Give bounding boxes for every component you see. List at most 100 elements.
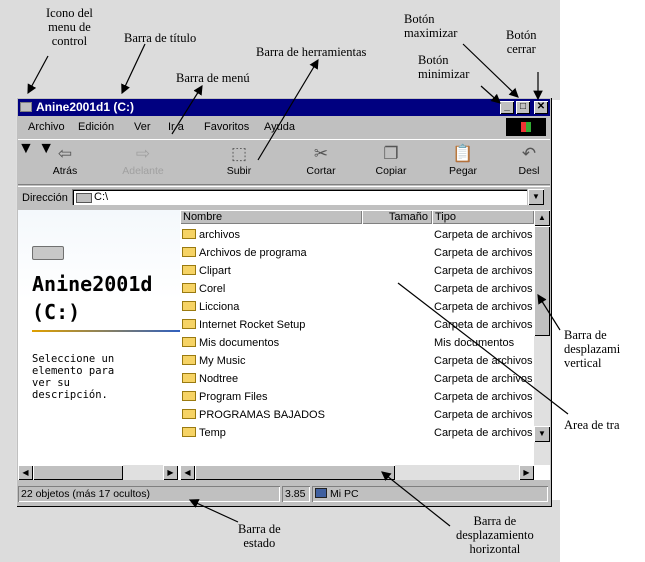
control-menu-icon[interactable]: [20, 102, 32, 112]
annotation-horizontal-scrollbar: Barra de desplazamiento horizontal: [456, 514, 534, 556]
scroll-right-button[interactable]: ▶: [163, 465, 178, 480]
explorer-window: Anine2001d1 (C:) _ □ ✕ Archivo Edición V…: [16, 97, 552, 507]
annotation-close-button: Botón cerrar: [506, 28, 537, 56]
list-item[interactable]: PROGRAMAS BAJADOS Carpeta de archivos: [180, 406, 534, 424]
folder-icon: [182, 229, 196, 239]
annotation-minimize-button: Botón minimizar: [418, 53, 470, 81]
drive-heading-line1: Anine2001d: [32, 272, 153, 296]
folder-icon: [182, 301, 196, 311]
folder-icon: [182, 319, 196, 329]
list-item[interactable]: Archivos de programa Carpeta de archivos: [180, 244, 534, 262]
copy-button[interactable]: ❐ Copiar: [366, 143, 416, 183]
content-area: Anine2001d (C:) Seleccione un elemento p…: [18, 210, 550, 480]
paste-button[interactable]: 📋 Pegar: [438, 143, 488, 183]
list-item[interactable]: Temp Carpeta de archivos: [180, 424, 534, 442]
folder-icon: [182, 373, 196, 383]
vertical-scrollbar[interactable]: ▲ ▼: [534, 210, 550, 465]
menu-favoritos[interactable]: Favoritos: [204, 121, 249, 133]
list-scroll-right-button[interactable]: ▶: [519, 465, 534, 480]
annotation-toolbar: Barra de herramientas: [256, 45, 367, 59]
menu-bar: Archivo Edición Ver Ir a Favoritos Ayuda: [18, 118, 550, 137]
column-header-type[interactable]: Tipo: [432, 210, 534, 224]
close-button[interactable]: ✕: [534, 101, 548, 114]
undo-icon: ↶: [521, 144, 537, 163]
horizontal-scrollbar[interactable]: ◀ ▶: [180, 465, 534, 480]
folder-icon: [182, 355, 196, 365]
folder-icon: [182, 283, 196, 293]
annotation-maximize-button: Botón maximizar: [404, 12, 458, 40]
background-left: [0, 0, 16, 562]
address-value: C:\: [94, 191, 109, 203]
cut-label: Cortar: [306, 165, 336, 177]
menu-ayuda[interactable]: Ayuda: [264, 121, 295, 133]
file-list: Nombre Tamaño Tipo archivos Carpeta de ar…: [180, 210, 534, 465]
menu-ir-a[interactable]: Ir a: [168, 121, 184, 133]
forward-label: Adelante: [122, 165, 164, 177]
status-bar: 22 objetos (más 17 ocultos) 3.85 Mi PC: [18, 484, 550, 504]
folder-icon: [182, 265, 196, 275]
list-item[interactable]: Program Files Carpeta de archivos: [180, 388, 534, 406]
toolbar: ⇦ Atrás ▼ ⇨ Adelante ▼ ⬚ Subir ✂ Cortar …: [18, 139, 550, 185]
undo-label: Desl: [518, 165, 540, 177]
minimize-button[interactable]: _: [500, 101, 514, 114]
annotation-status-bar: Barra de estado: [238, 522, 281, 550]
status-size: 3.85: [282, 486, 310, 502]
status-object-count: 22 objetos (más 17 ocultos): [18, 486, 280, 502]
scroll-down-button[interactable]: ▼: [534, 426, 550, 442]
back-dropdown-icon[interactable]: ▼: [18, 140, 34, 157]
folder-icon: [182, 409, 196, 419]
list-item[interactable]: Corel Carpeta de archivos: [180, 280, 534, 298]
drive-heading-line2: (C:): [32, 300, 81, 324]
list-item[interactable]: Nodtree Carpeta de archivos: [180, 370, 534, 388]
folder-icon: [182, 247, 196, 257]
up-button[interactable]: ⬚ Subir: [214, 143, 264, 183]
back-arrow-icon: ⇦: [57, 144, 73, 163]
scroll-up-button[interactable]: ▲: [534, 210, 550, 226]
address-label: Dirección: [22, 192, 68, 204]
list-item[interactable]: archivos Carpeta de archivos: [180, 226, 534, 244]
address-field[interactable]: C:\: [72, 189, 527, 205]
vertical-scroll-thumb[interactable]: [534, 226, 550, 336]
webview-horizontal-scrollbar[interactable]: ◀ ▶: [18, 465, 178, 480]
column-header-size[interactable]: Tamaño: [362, 210, 432, 224]
annotation-menu-bar: Barra de menú: [176, 71, 250, 85]
list-item[interactable]: Licciona Carpeta de archivos: [180, 298, 534, 316]
drive-heading: Anine2001d (C:): [32, 270, 180, 326]
list-item[interactable]: Internet Rocket Setup Carpeta de archivos: [180, 316, 534, 334]
folder-icon: [182, 427, 196, 437]
menu-ver[interactable]: Ver: [134, 121, 151, 133]
paste-icon: 📋: [452, 144, 474, 163]
my-documents-icon: [182, 337, 196, 347]
cut-button[interactable]: ✂ Cortar: [296, 143, 346, 183]
annotation-work-area: Area de tra: [564, 418, 620, 432]
forward-arrow-icon: ⇨: [135, 144, 151, 163]
back-button[interactable]: ⇦ Atrás: [40, 143, 90, 183]
annotation-vertical-scrollbar: Barra de desplazami vertical: [564, 328, 621, 370]
copy-label: Copiar: [375, 165, 407, 177]
menu-edicion[interactable]: Edición: [78, 121, 114, 133]
copy-icon: ❐: [383, 144, 399, 163]
my-computer-icon: [315, 488, 327, 498]
list-item[interactable]: Clipart Carpeta de archivos: [180, 262, 534, 280]
forward-button[interactable]: ⇨ Adelante: [118, 143, 168, 183]
list-item[interactable]: My Music Carpeta de archivos: [180, 352, 534, 370]
title-bar[interactable]: Anine2001d1 (C:) _ □ ✕: [18, 99, 550, 116]
list-item[interactable]: Mis documentos Mis documentos: [180, 334, 534, 352]
address-dropdown-button[interactable]: ▼: [528, 189, 544, 205]
up-label: Subir: [226, 165, 252, 177]
undo-button[interactable]: ↶ Desl: [508, 143, 550, 183]
heading-divider: [32, 330, 180, 332]
paste-label: Pegar: [448, 165, 478, 177]
horizontal-scroll-thumb[interactable]: [195, 465, 395, 480]
maximize-button[interactable]: □: [516, 101, 530, 114]
scroll-left-button[interactable]: ◀: [18, 465, 33, 480]
list-scroll-left-button[interactable]: ◀: [180, 465, 195, 480]
drive-icon: [76, 193, 92, 203]
scissors-icon: ✂: [313, 144, 329, 163]
menu-archivo[interactable]: Archivo: [28, 121, 65, 133]
webview-description: Seleccione un elemento para ver su descr…: [32, 353, 115, 401]
column-header-name[interactable]: Nombre: [180, 210, 362, 224]
status-location: Mi PC: [312, 486, 548, 502]
windows-logo-icon: [506, 118, 546, 136]
webview-scroll-thumb[interactable]: [33, 465, 123, 480]
